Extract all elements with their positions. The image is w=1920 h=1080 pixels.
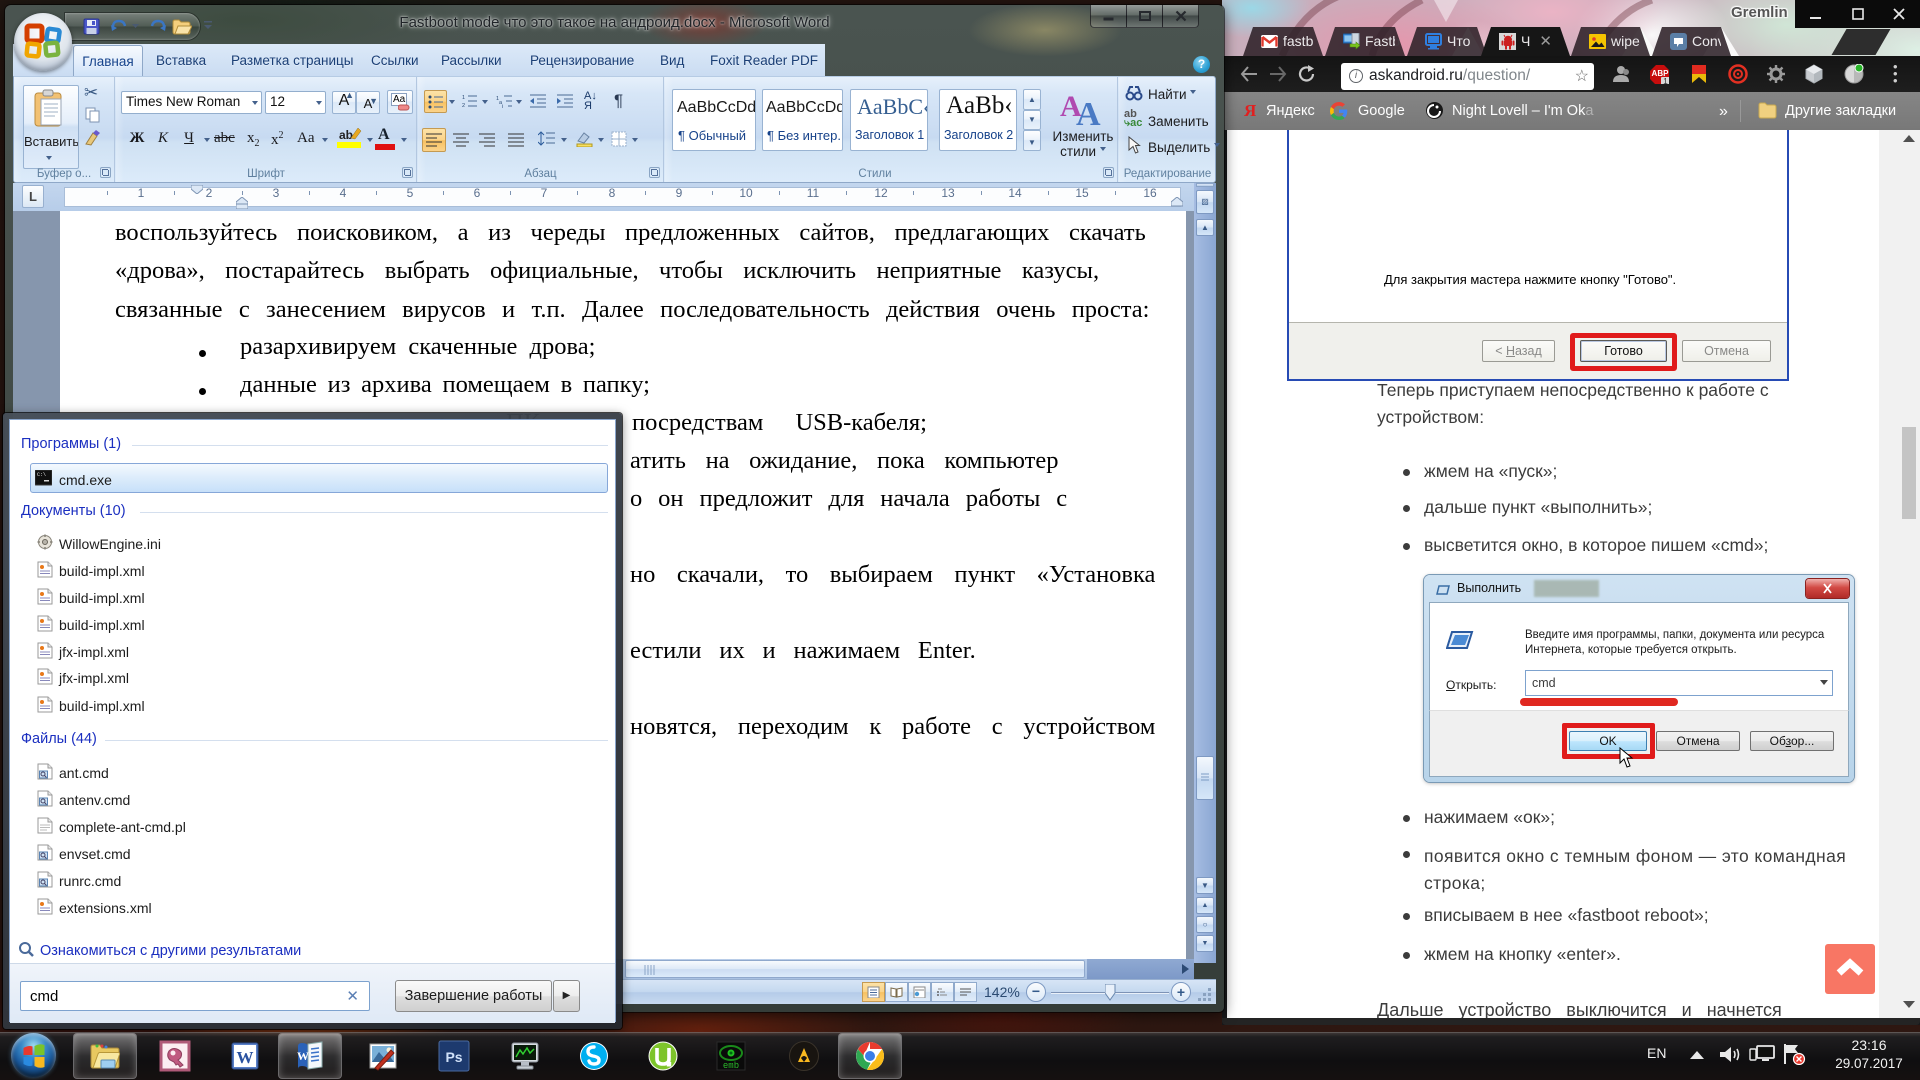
svg-text:1: 1 [462,95,465,101]
svg-text:i: i [502,104,503,108]
svg-text:emb: emb [723,1061,739,1071]
svg-text:W: W [237,1048,254,1067]
svg-text:1: 1 [1663,77,1668,84]
svg-text:C:\: C:\ [37,472,46,478]
svg-text:Ps: Ps [445,1049,462,1065]
svg-text:2: 2 [462,103,465,108]
svg-text:W: W [297,1049,309,1063]
